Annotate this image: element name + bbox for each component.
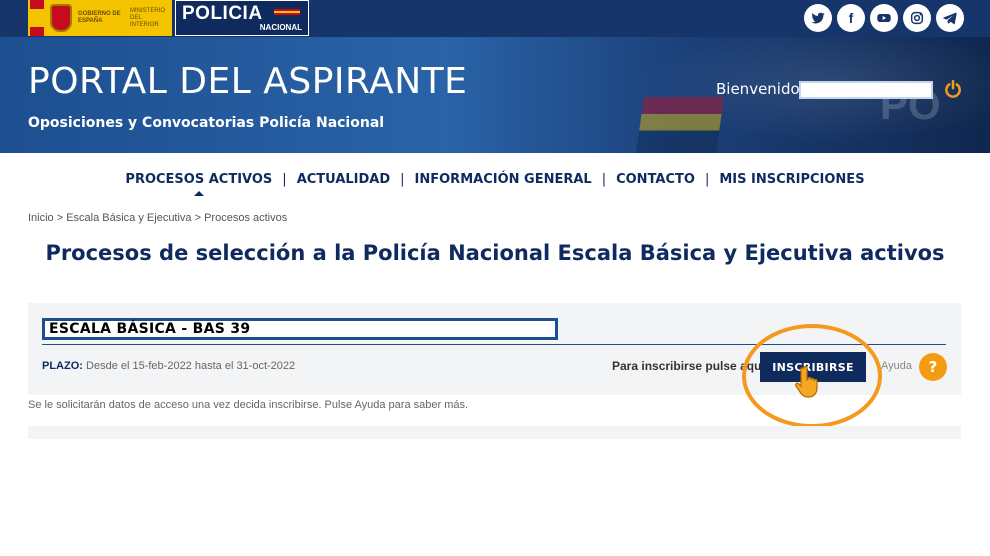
ayuda-label[interactable]: Ayuda — [881, 360, 912, 372]
pointer-hand-icon — [795, 365, 818, 398]
nav-separator: | — [400, 171, 405, 187]
spain-flag-icon — [30, 0, 44, 36]
breadcrumb[interactable]: Inicio > Escala Básica y Ejecutiva > Pro… — [28, 212, 287, 224]
flag-stripe-icon — [274, 9, 300, 15]
main-nav: PROCESOS ACTIVOS | ACTUALIDAD | INFORMAC… — [0, 169, 990, 196]
card-footer-strip — [28, 426, 961, 439]
social-links: f — [804, 4, 964, 32]
header-banner: PO PORTAL DEL ASPIRANTE Oposiciones y Co… — [0, 37, 990, 153]
welcome-label: Bienvenido, — [716, 80, 805, 98]
nav-informacion-general[interactable]: INFORMACIÓN GENERAL — [415, 172, 592, 187]
nav-procesos-activos[interactable]: PROCESOS ACTIVOS — [125, 172, 272, 196]
ministerio-text: MINISTERIO DEL INTERIOR — [130, 7, 166, 28]
portal-subtitle: Oposiciones y Convocatorias Policía Naci… — [28, 115, 385, 131]
plazo-info: PLAZO: Desde el 15-feb-2022 hasta el 31-… — [42, 360, 295, 372]
nav-actualidad[interactable]: ACTUALIDAD — [297, 172, 390, 187]
top-bar: GOBIERNO DE ESPAÑA MINISTERIO DEL INTERI… — [0, 0, 990, 37]
process-title-box: ESCALA BÁSICA - BAS 39 — [42, 318, 558, 340]
page-title: Procesos de selección a la Policía Nacio… — [45, 241, 945, 265]
telegram-icon[interactable] — [936, 4, 964, 32]
gobierno-logo[interactable]: GOBIERNO DE ESPAÑA MINISTERIO DEL INTERI… — [28, 0, 172, 36]
plazo-dates: Desde el 15-feb-2022 hasta el 31-oct-202… — [82, 360, 296, 372]
nav-contacto[interactable]: CONTACTO — [616, 172, 695, 187]
nav-separator: | — [704, 171, 710, 187]
logout-power-icon[interactable] — [943, 79, 963, 99]
coat-of-arms-icon — [50, 4, 72, 32]
instagram-icon[interactable] — [903, 4, 931, 32]
policia-nacional-logo[interactable]: POLICIA NACIONAL — [175, 0, 309, 36]
gobierno-text: GOBIERNO DE ESPAÑA — [78, 11, 121, 24]
portal-title: PORTAL DEL ASPIRANTE — [28, 61, 468, 102]
info-note: Se le solicitarán datos de acceso una ve… — [28, 399, 469, 411]
username-redacted — [799, 81, 933, 99]
nacional-logo-text: NACIONAL — [259, 23, 302, 32]
plazo-label: PLAZO: — [42, 360, 83, 372]
banner-uniform-decoration — [636, 97, 724, 153]
help-icon[interactable]: ? — [919, 353, 947, 381]
twitter-icon[interactable] — [804, 4, 832, 32]
facebook-icon[interactable]: f — [837, 4, 865, 32]
process-title: ESCALA BÁSICA - BAS 39 — [49, 321, 251, 337]
nav-separator: | — [282, 171, 287, 187]
nav-separator: | — [601, 171, 607, 187]
nav-mis-inscripciones[interactable]: MIS INSCRIPCIONES — [719, 172, 864, 187]
youtube-icon[interactable] — [870, 4, 898, 32]
